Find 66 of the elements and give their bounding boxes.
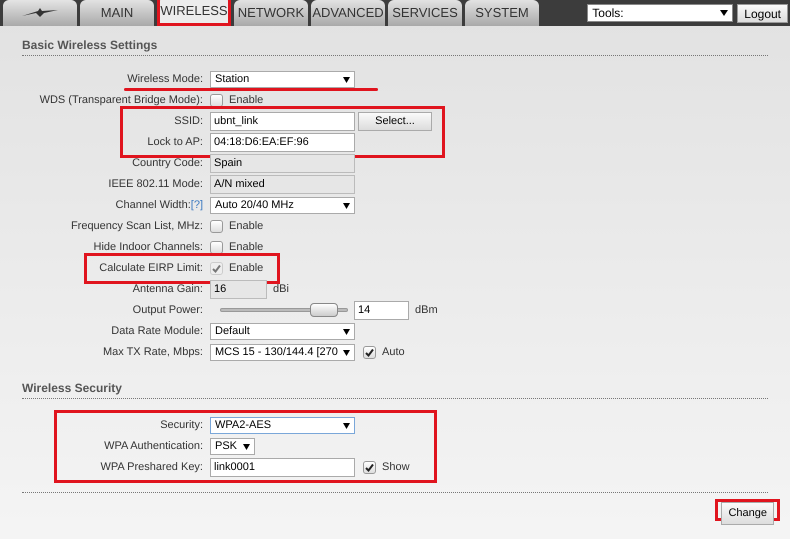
nav-tab[interactable]: ADVANCED — [311, 0, 385, 26]
field-label: Channel Width: — [116, 198, 191, 214]
field-label: WDS (Transparent Bridge Mode): — [40, 93, 203, 108]
dropdown[interactable]: Station — [210, 71, 355, 88]
nav-tab[interactable]: MAIN — [80, 0, 154, 26]
field-label: Security: — [160, 418, 203, 434]
dropdown-arrow-icon — [343, 350, 350, 356]
nav-tab[interactable]: SYSTEM — [465, 0, 539, 26]
nav-tab[interactable]: WIRELESS — [157, 0, 231, 26]
field-label: IEEE 802.11 Mode: — [108, 177, 203, 192]
field-label: SSID: — [174, 114, 203, 130]
checkbox-label: Enable — [229, 240, 264, 256]
checkbox[interactable] — [363, 346, 376, 359]
dropdown-arrow-icon — [343, 76, 350, 82]
dropdown-arrow-icon — [720, 10, 728, 16]
field-label: Max TX Rate, Mbps: — [102, 345, 203, 360]
select-button[interactable]: Select... — [358, 112, 432, 131]
section-title: Wireless Security — [22, 379, 768, 399]
nav-tab[interactable]: SERVICES — [388, 0, 462, 26]
tools-dropdown[interactable]: Tools: — [587, 4, 734, 22]
field-label: Output Power: — [132, 303, 203, 318]
dropdown[interactable]: Default — [210, 323, 355, 340]
dropdown[interactable]: PSK — [210, 438, 255, 455]
field-label: Lock to AP: — [147, 135, 203, 150]
checkbox-label: Show — [382, 460, 410, 476]
input-field[interactable]: 04:18:D6:EA:EF:96 — [210, 133, 355, 152]
unit-label: dBi — [273, 282, 289, 298]
dropdown-arrow-icon — [343, 202, 350, 208]
checkbox[interactable] — [363, 461, 376, 474]
dropdown-arrow-icon — [343, 328, 350, 334]
checkbox-label: Enable — [229, 93, 264, 108]
field-label: Frequency Scan List, MHz: — [70, 219, 203, 234]
readonly-field: 16 — [210, 280, 267, 299]
logo-tab[interactable] — [3, 0, 77, 26]
help-link[interactable]: [?] — [190, 197, 203, 214]
input-field[interactable]: ubnt_link — [210, 112, 355, 131]
tools-value: Tools: — [592, 5, 624, 22]
checkbox-label: Enable — [229, 261, 264, 276]
dropdown[interactable]: Auto 20/40 MHz — [210, 197, 355, 214]
checkbox[interactable] — [210, 241, 223, 254]
logout-button[interactable]: Logout — [737, 4, 788, 22]
field-label: Country Code: — [132, 156, 203, 172]
field-label: WPA Preshared Key: — [100, 460, 203, 476]
dropdown[interactable]: WPA2-AES — [210, 417, 355, 434]
nav-tab[interactable]: NETWORK — [234, 0, 308, 26]
field-label: Data Rate Module: — [111, 324, 203, 340]
input-field[interactable]: 14 — [354, 301, 409, 320]
readonly-field: A/N mixed — [210, 175, 355, 194]
dropdown[interactable]: MCS 15 - 130/144.4 [270 — [210, 344, 355, 361]
slider[interactable] — [220, 301, 348, 320]
dropdown-arrow-icon — [343, 422, 350, 428]
field-label: Calculate EIRP Limit: — [99, 261, 203, 276]
field-label: WPA Authentication: — [104, 439, 203, 454]
field-label: Hide Indoor Channels: — [94, 240, 203, 256]
checkbox-label: Enable — [229, 219, 264, 234]
section-title: Basic Wireless Settings — [22, 36, 768, 56]
slider-thumb[interactable] — [310, 303, 338, 317]
field-label: Antenna Gain: — [132, 282, 203, 298]
checkbox[interactable] — [210, 94, 223, 107]
field-label: Wireless Mode: — [127, 72, 203, 88]
readonly-field: Spain — [210, 154, 355, 173]
unit-label: dBm — [415, 303, 438, 318]
dropdown-arrow-icon — [243, 444, 250, 450]
checkbox-label: Auto — [382, 345, 405, 360]
input-field[interactable]: link0001 — [210, 458, 355, 477]
checkbox[interactable] — [210, 220, 223, 233]
